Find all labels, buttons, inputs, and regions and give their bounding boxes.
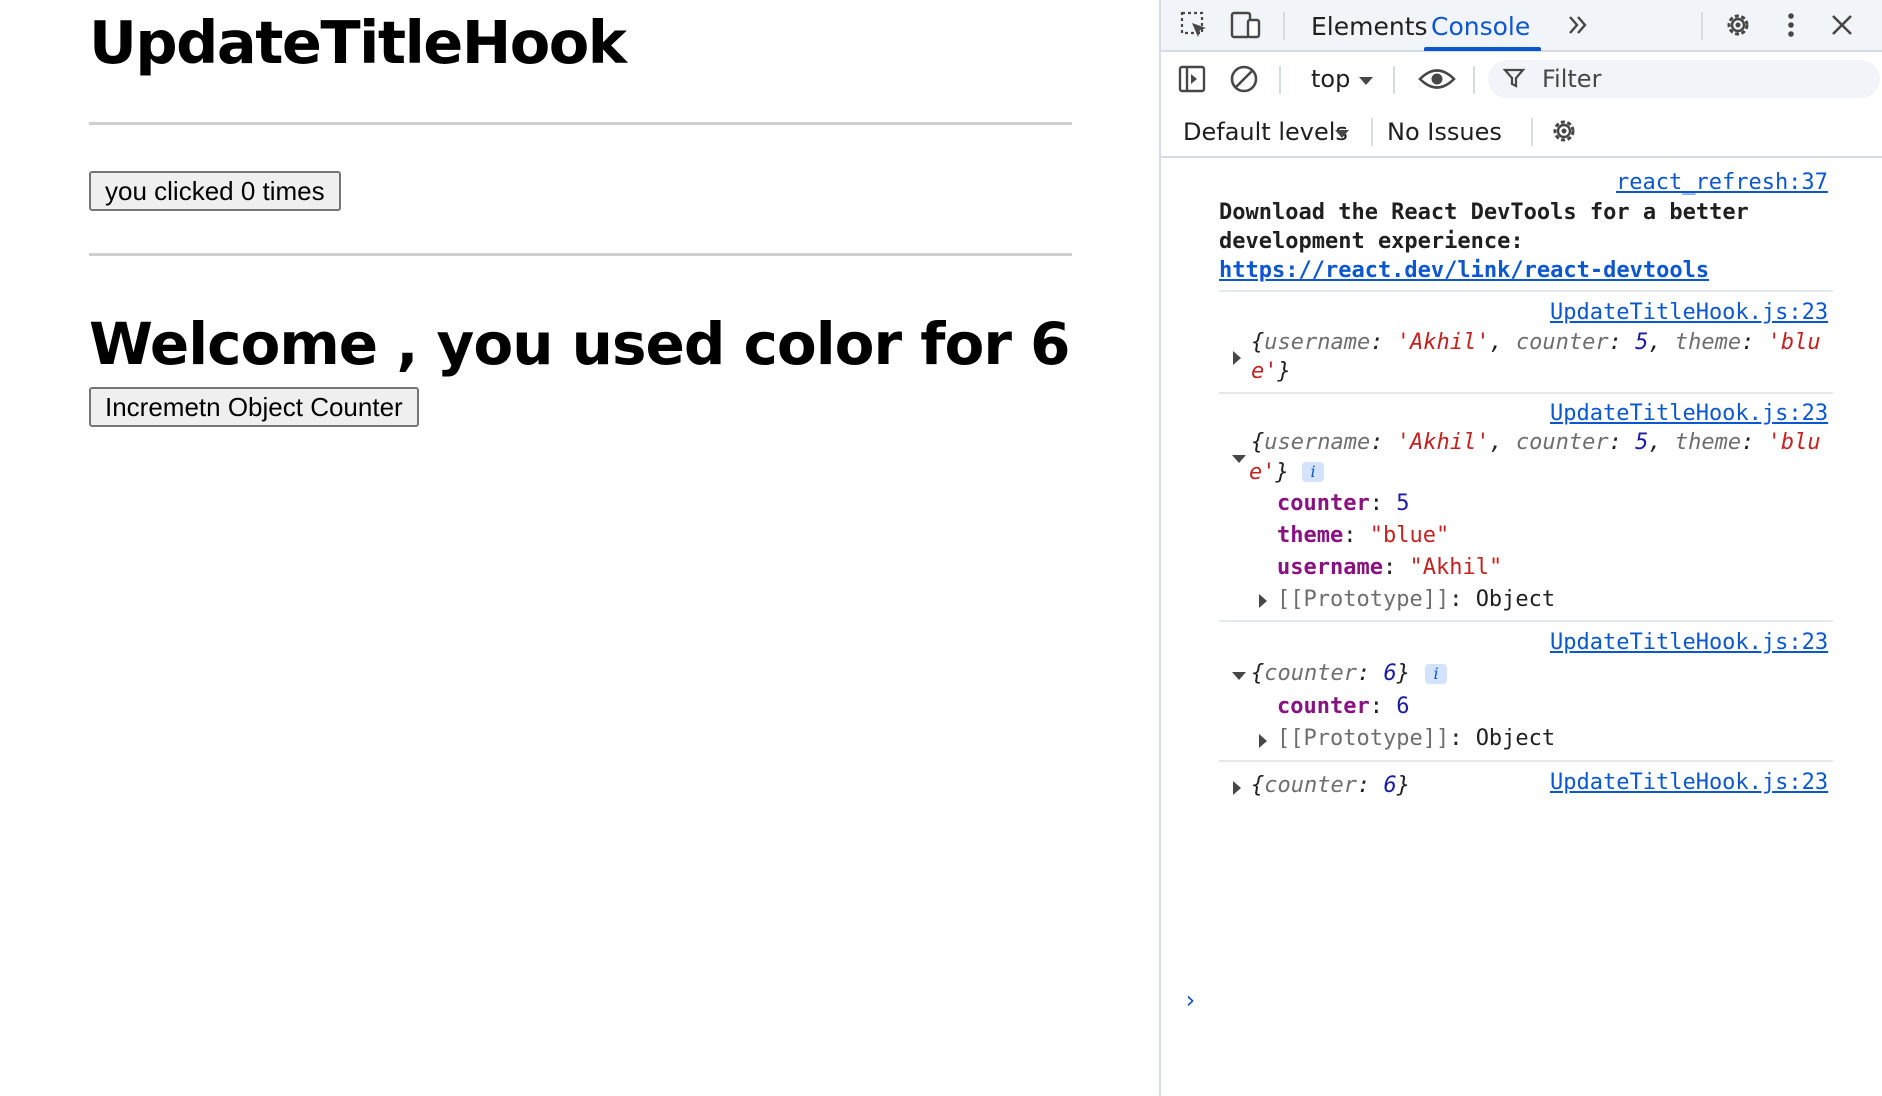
prototype-property[interactable]: [[Prototype]]: Object bbox=[1277, 726, 1555, 751]
source-link[interactable]: UpdateTitleHook.js:23 bbox=[1550, 770, 1828, 795]
page-title: UpdateTitleHook bbox=[89, 8, 627, 77]
console-output: react_refresh:37 Download the React DevT… bbox=[1161, 158, 1882, 1096]
message-separator bbox=[1219, 392, 1833, 394]
object-preview[interactable]: {username: 'Akhil', counter: 5, theme: '… bbox=[1251, 330, 1821, 355]
source-link[interactable]: react_refresh:37 bbox=[1616, 170, 1828, 195]
object-preview[interactable]: {counter: 6} bbox=[1251, 773, 1410, 798]
inspect-element-icon[interactable] bbox=[1177, 8, 1211, 42]
expand-arrow-icon[interactable] bbox=[1259, 734, 1267, 748]
console-message-line: development experience: bbox=[1219, 229, 1524, 254]
chevron-down-icon bbox=[1335, 130, 1349, 138]
divider bbox=[89, 122, 1072, 125]
sidebar-toggle-icon[interactable] bbox=[1175, 62, 1209, 96]
info-badge[interactable]: i bbox=[1425, 664, 1447, 684]
expand-arrow-icon[interactable] bbox=[1233, 351, 1241, 365]
divider bbox=[89, 253, 1072, 256]
console-toolbar-secondary: Default levels No Issues bbox=[1161, 106, 1882, 158]
separator bbox=[1279, 66, 1281, 94]
collapse-arrow-icon[interactable] bbox=[1232, 455, 1246, 463]
object-preview-wrap: e'} bbox=[1251, 359, 1291, 384]
separator bbox=[1283, 12, 1285, 40]
welcome-heading: Welcome , you used color for 6 bbox=[89, 310, 1071, 378]
separator bbox=[1473, 66, 1475, 94]
separator bbox=[1701, 12, 1703, 40]
object-preview[interactable]: {username: 'Akhil', counter: 5, theme: '… bbox=[1251, 430, 1821, 455]
page-content: UpdateTitleHook you clicked 0 times Welc… bbox=[0, 0, 1159, 1096]
close-icon[interactable] bbox=[1825, 8, 1859, 42]
device-toolbar-icon[interactable] bbox=[1229, 8, 1263, 42]
tab-console[interactable]: Console bbox=[1431, 12, 1530, 41]
console-message-line: Download the React DevTools for a better bbox=[1219, 200, 1749, 225]
separator bbox=[1371, 118, 1373, 146]
expand-arrow-icon[interactable] bbox=[1259, 594, 1267, 608]
object-preview[interactable]: {counter: 6} bbox=[1251, 661, 1410, 686]
object-property: counter: 6 bbox=[1277, 694, 1410, 719]
source-link[interactable]: UpdateTitleHook.js:23 bbox=[1550, 401, 1828, 426]
gear-icon[interactable] bbox=[1721, 8, 1755, 42]
console-settings-gear-icon[interactable] bbox=[1547, 114, 1581, 148]
devtools-panel: Elements Console top Filter Default leve… bbox=[1159, 0, 1882, 1096]
separator bbox=[1531, 118, 1533, 146]
separator bbox=[1393, 66, 1395, 94]
object-property: theme: "blue" bbox=[1277, 523, 1450, 548]
eye-icon[interactable] bbox=[1416, 62, 1458, 96]
filter-placeholder: Filter bbox=[1542, 65, 1602, 93]
console-prompt[interactable]: › bbox=[1183, 986, 1197, 1014]
active-tab-indicator bbox=[1424, 47, 1541, 51]
expand-arrow-icon[interactable] bbox=[1233, 781, 1241, 795]
devtools-link[interactable]: https://react.dev/link/react-devtools bbox=[1219, 258, 1709, 283]
source-link[interactable]: UpdateTitleHook.js:23 bbox=[1550, 630, 1828, 655]
object-preview-wrap: e'} bbox=[1249, 460, 1289, 485]
chevron-down-icon bbox=[1359, 77, 1373, 85]
object-property: username: "Akhil" bbox=[1277, 555, 1503, 580]
increment-object-counter-button[interactable]: Incremetn Object Counter bbox=[89, 387, 419, 427]
collapse-arrow-icon[interactable] bbox=[1232, 672, 1246, 680]
message-separator bbox=[1219, 620, 1833, 622]
more-vertical-icon[interactable] bbox=[1774, 8, 1808, 42]
click-counter-button[interactable]: you clicked 0 times bbox=[89, 171, 341, 211]
tab-elements[interactable]: Elements bbox=[1311, 12, 1428, 41]
source-link[interactable]: UpdateTitleHook.js:23 bbox=[1550, 300, 1828, 325]
prototype-property[interactable]: [[Prototype]]: Object bbox=[1277, 587, 1555, 612]
filter-input[interactable]: Filter bbox=[1488, 60, 1880, 98]
log-levels-dropdown[interactable]: Default levels bbox=[1183, 118, 1348, 146]
info-badge[interactable]: i bbox=[1302, 462, 1324, 482]
message-separator bbox=[1219, 760, 1833, 762]
issues-button[interactable]: No Issues bbox=[1387, 118, 1502, 146]
object-property: counter: 5 bbox=[1277, 491, 1410, 516]
double-chevron-icon[interactable] bbox=[1561, 8, 1595, 42]
message-separator bbox=[1219, 290, 1833, 292]
filter-icon bbox=[1500, 63, 1528, 93]
clear-console-icon[interactable] bbox=[1227, 62, 1261, 96]
console-toolbar: top Filter bbox=[1161, 52, 1882, 106]
context-selector[interactable]: top bbox=[1311, 65, 1350, 93]
devtools-tabbar: Elements Console bbox=[1161, 0, 1882, 52]
